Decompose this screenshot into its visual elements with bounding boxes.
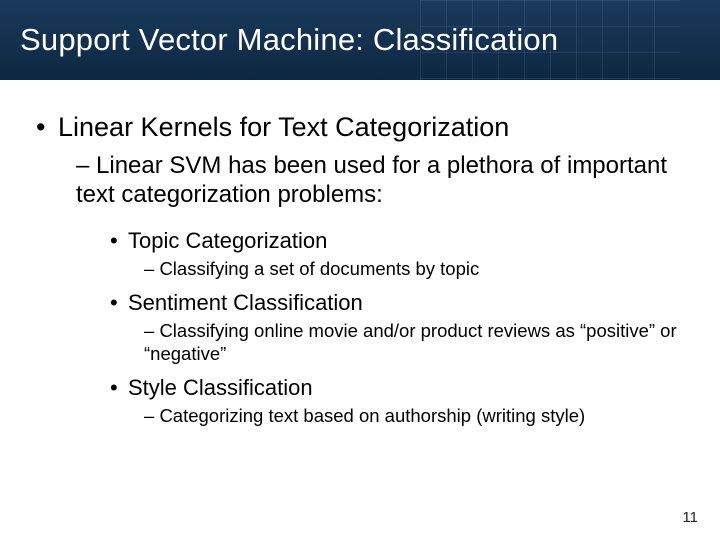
bullet-level4: – Classifying a set of documents by topi… [144,258,684,281]
bullet-icon: • [110,228,128,254]
bullet-level4: – Classifying online movie and/or produc… [144,320,684,365]
item-name: Sentiment Classification [128,290,363,315]
slide-title: Support Vector Machine: Classification [20,22,558,58]
slide-content: •Linear Kernels for Text Categorization … [0,80,720,428]
bullet-level3: •Style Classification [110,375,684,401]
bullet-icon: • [110,290,128,316]
item-name: Style Classification [128,375,313,400]
item-detail: Classifying a set of documents by topic [159,258,479,279]
subhead: Linear SVM has been used for a plethora … [76,152,667,208]
page-number: 11 [682,509,698,526]
item-detail: Classifying online movie and/or product … [144,320,677,364]
bullet-icon: • [36,112,58,143]
bullet-level1: •Linear Kernels for Text Categorization [36,112,684,143]
item-name: Topic Categorization [128,228,327,253]
slide: Support Vector Machine: Classification •… [0,0,720,540]
bullet-level3: •Topic Categorization [110,228,684,254]
title-bar: Support Vector Machine: Classification [0,0,720,80]
bullet-icon: • [110,375,128,401]
item-detail: Categorizing text based on authorship (w… [159,405,585,426]
bullet-level4: – Categorizing text based on authorship … [144,405,684,428]
bullet-level2: – Linear SVM has been used for a plethor… [76,151,684,210]
headline: Linear Kernels for Text Categorization [58,112,509,142]
bullet-level3: •Sentiment Classification [110,290,684,316]
